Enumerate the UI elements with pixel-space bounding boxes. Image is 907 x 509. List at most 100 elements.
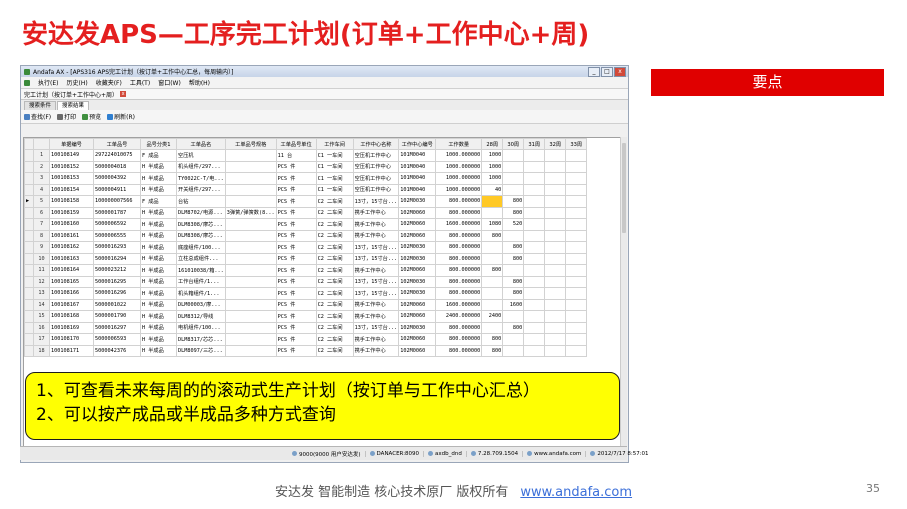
table-cell[interactable]: 空压机工作中心	[352, 160, 400, 173]
table-cell[interactable]: 空压机	[176, 149, 226, 162]
table-cell[interactable]	[224, 275, 277, 288]
table-cell[interactable]: 1000	[481, 160, 504, 173]
table-cell[interactable]	[502, 172, 525, 185]
table-cell[interactable]: 工作台组件/1...	[176, 275, 226, 288]
app-menu-icon[interactable]	[24, 79, 30, 86]
table-cell[interactable]	[565, 149, 588, 162]
table-cell[interactable]	[523, 298, 546, 311]
table-cell[interactable]	[481, 206, 504, 219]
preview-button[interactable]: 预览	[82, 112, 101, 121]
table-cell[interactable]: 297224010075	[93, 149, 141, 162]
table-cell[interactable]	[224, 344, 277, 357]
table-cell[interactable]: 5000001790	[93, 310, 141, 323]
table-cell[interactable]: 102M0030	[398, 252, 437, 265]
table-cell[interactable]	[565, 275, 588, 288]
table-cell[interactable]: H 半成品	[140, 172, 177, 185]
table-cell[interactable]: DLM8308/摩芯...	[176, 218, 226, 231]
table-cell[interactable]	[544, 333, 567, 346]
table-cell[interactable]	[224, 172, 277, 185]
table-cell[interactable]: 空压机工作中心	[352, 149, 400, 162]
table-cell[interactable]: H 半成品	[140, 344, 177, 357]
table-cell[interactable]: PCS 件	[275, 206, 317, 219]
table-cell[interactable]: 102M0060	[398, 310, 437, 323]
table-cell[interactable]: 100108160	[49, 218, 94, 231]
table-cell[interactable]: 100108169	[49, 321, 94, 334]
table-cell[interactable]	[565, 195, 588, 208]
table-cell[interactable]: 102M0060	[398, 298, 437, 311]
close-button[interactable]: x	[614, 66, 626, 77]
table-cell[interactable]: 100108161	[49, 229, 94, 242]
table-cell[interactable]: 800.000000	[435, 252, 483, 265]
table-cell[interactable]: 1000.000000	[435, 172, 483, 185]
table-cell[interactable]	[544, 160, 567, 173]
column-header[interactable]: 32周	[544, 138, 567, 150]
table-cell[interactable]: DLM8097/三芯...	[176, 344, 226, 357]
table-cell[interactable]: 800	[481, 264, 504, 277]
table-cell[interactable]	[523, 218, 546, 231]
table-cell[interactable]: PCS 件	[275, 298, 317, 311]
table-cell[interactable]: 100108152	[49, 160, 94, 173]
table-cell[interactable]: 800	[502, 241, 525, 254]
table-cell[interactable]: PCS 件	[275, 287, 317, 300]
table-cell[interactable]: C1 一车间	[315, 149, 354, 162]
table-cell[interactable]: 5000016295	[93, 275, 141, 288]
table-cell[interactable]: 800	[481, 229, 504, 242]
table-cell[interactable]: 1600.000000	[435, 218, 483, 231]
table-cell[interactable]: 102M0030	[398, 195, 437, 208]
table-cell[interactable]	[523, 321, 546, 334]
table-cell[interactable]: 5000004911	[93, 183, 141, 196]
table-cell[interactable]: 13寸，15寸台...	[352, 252, 400, 265]
table-cell[interactable]: C2 二车间	[315, 264, 354, 277]
table-cell[interactable]: PCS 件	[275, 344, 317, 357]
table-cell[interactable]: 800.000000	[435, 195, 483, 208]
table-row[interactable]: 18 100108171 5000042376 H 半成品 DLM8097/三芯... P…	[24, 344, 588, 357]
table-cell[interactable]: 800.000000	[435, 229, 483, 242]
table-cell[interactable]: 1000	[481, 172, 504, 185]
table-cell[interactable]	[481, 195, 504, 208]
table-cell[interactable]: 立柱总成组件...	[176, 252, 226, 265]
table-cell[interactable]	[523, 264, 546, 277]
table-row[interactable]: 17 100108170 5000006593 H 半成品 DLM8317/芯芯... P…	[24, 333, 588, 346]
table-cell[interactable]	[523, 195, 546, 208]
table-cell[interactable]: 5000001787	[93, 206, 141, 219]
table-cell[interactable]: 100108168	[49, 310, 94, 323]
table-cell[interactable]: TY0022C-T/电...	[176, 172, 226, 185]
table-cell[interactable]	[224, 218, 277, 231]
table-cell[interactable]	[523, 252, 546, 265]
table-cell[interactable]: C1 一车间	[315, 160, 354, 173]
table-cell[interactable]: 5000016293	[93, 241, 141, 254]
table-cell[interactable]	[544, 229, 567, 242]
table-cell[interactable]: PCS 件	[275, 172, 317, 185]
table-cell[interactable]	[481, 275, 504, 288]
table-cell[interactable]: 100108166	[49, 287, 94, 300]
table-cell[interactable]: F 成品	[140, 149, 177, 162]
column-header[interactable]: 31周	[523, 138, 546, 150]
table-cell[interactable]: 100108164	[49, 264, 94, 277]
table-cell[interactable]: 13寸，15寸台...	[352, 195, 400, 208]
table-cell[interactable]: C2 二车间	[315, 287, 354, 300]
table-cell[interactable]: 1000.000000	[435, 183, 483, 196]
table-cell[interactable]: 100108171	[49, 344, 94, 357]
table-cell[interactable]	[523, 275, 546, 288]
table-row[interactable]: 16 100108169 5000016297 H 半成品 电机组件/100... PCS…	[24, 321, 588, 334]
table-cell[interactable]: H 半成品	[140, 241, 177, 254]
column-header[interactable]: 工作数量	[435, 138, 483, 150]
table-cell[interactable]	[523, 149, 546, 162]
table-cell[interactable]: H 半成品	[140, 298, 177, 311]
table-cell[interactable]	[224, 149, 277, 162]
column-header[interactable]: 工单品号单位	[275, 138, 317, 150]
table-cell[interactable]: 13寸，15寸台...	[352, 287, 400, 300]
maximize-button[interactable]: □	[601, 66, 613, 77]
table-cell[interactable]: 800	[502, 275, 525, 288]
table-cell[interactable]	[544, 218, 567, 231]
table-cell[interactable]: 台钻	[176, 195, 226, 208]
table-cell[interactable]: F 成品	[140, 195, 177, 208]
table-cell[interactable]: PCS 件	[275, 252, 317, 265]
table-cell[interactable]	[565, 298, 588, 311]
table-cell[interactable]: 100108159	[49, 206, 94, 219]
table-cell[interactable]: H 半成品	[140, 333, 177, 346]
table-cell[interactable]: H 半成品	[140, 287, 177, 300]
table-cell[interactable]: 100000007566	[93, 195, 141, 208]
table-cell[interactable]: 开关组件/297...	[176, 183, 226, 196]
tab-search-criteria[interactable]: 搜索条件	[24, 101, 57, 110]
